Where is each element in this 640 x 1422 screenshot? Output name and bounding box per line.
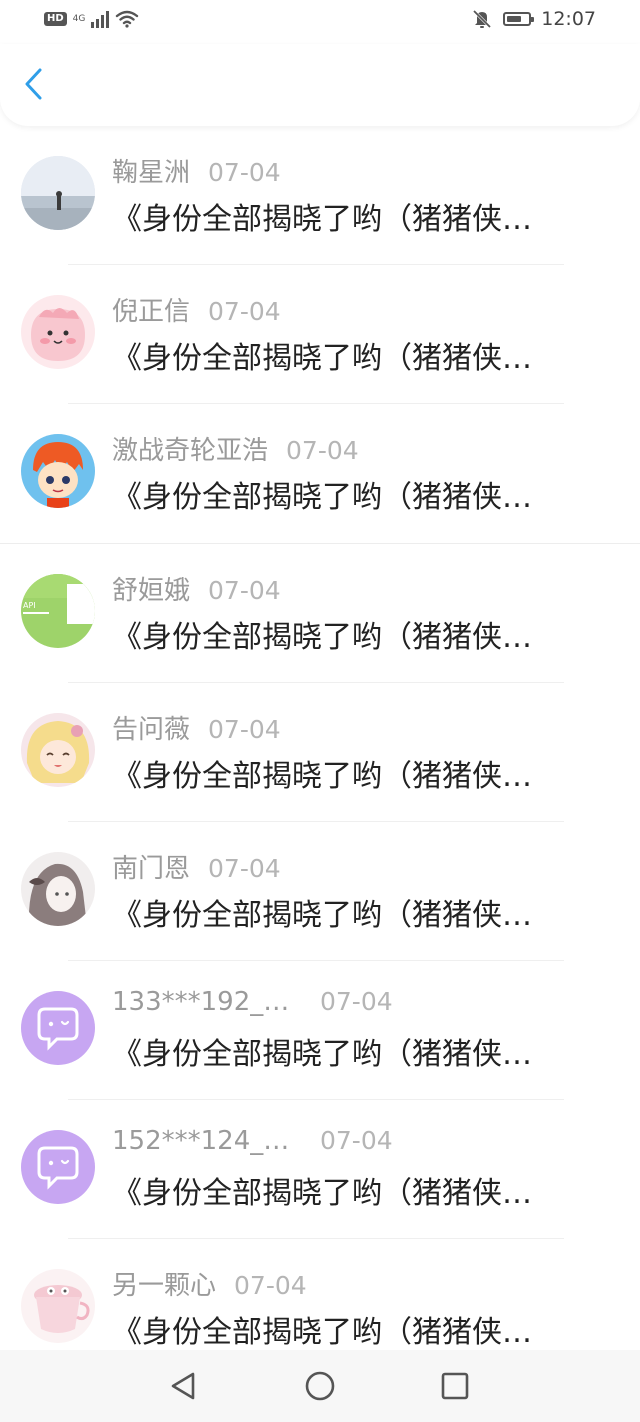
purple-chat-avatar [21,991,95,1065]
list-item[interactable]: 告问薇 07-04 《身份全部揭晓了哟（猪猪侠… [0,683,640,822]
message-preview: 《身份全部揭晓了哟（猪猪侠… [112,898,532,933]
avatar[interactable] [21,991,95,1065]
signal-icon [91,10,110,28]
home-circle-icon [305,1371,335,1401]
sender-name: 倪正信 [112,297,191,327]
message-date: 07-04 [234,1271,307,1300]
name-row: 鞠星洲 07-04 [112,152,281,189]
sketch-girl-avatar [21,852,95,926]
sender-name: 告问薇 [112,715,191,745]
name-row: 告问薇 07-04 [112,709,281,746]
message-date: 07-04 [208,576,281,605]
svg-text:API: API [23,601,36,610]
status-bar: HD 4G 12:07 [0,0,640,44]
avatar[interactable] [21,1269,95,1343]
recents-square-icon [441,1372,469,1400]
wifi-icon [116,10,139,28]
clock: 12:07 [541,8,596,30]
list-item[interactable]: 激战奇轮亚浩 07-04 《身份全部揭晓了哟（猪猪侠… [0,404,640,543]
hd-badge: HD [44,12,67,26]
list-item[interactable]: 152***124_… 07-04 《身份全部揭晓了哟（猪猪侠… [0,1100,640,1239]
message-preview: 《身份全部揭晓了哟（猪猪侠… [112,1176,532,1211]
list-item[interactable]: 倪正信 07-04 《身份全部揭晓了哟（猪猪侠… [0,265,640,404]
avatar[interactable] [21,852,95,926]
purple-chat-avatar [21,1130,95,1204]
name-row: 南门恩 07-04 [112,848,281,885]
message-preview: 《身份全部揭晓了哟（猪猪侠… [112,759,532,794]
message-date: 07-04 [208,715,281,744]
sender-name: 鞠星洲 [112,158,191,188]
name-row: 激战奇轮亚浩 07-04 [112,430,359,467]
nav-recents-button[interactable] [437,1368,473,1404]
message-date: 07-04 [208,158,281,187]
top-bar [0,44,640,126]
name-row: 133***192_… 07-04 [112,987,393,1017]
sender-name: 152***124_… [112,1126,290,1156]
message-preview: 《身份全部揭晓了哟（猪猪侠… [112,202,532,237]
avatar[interactable] [21,156,95,230]
battery-icon [503,12,535,26]
beach-photo-avatar [21,156,95,230]
anime-girl-avatar [21,713,95,787]
nav-back-button[interactable] [165,1368,201,1404]
message-preview: 《身份全部揭晓了哟（猪猪侠… [112,480,532,515]
pink-cartoon-avatar [21,295,95,369]
list-item[interactable]: 133***192_… 07-04 《身份全部揭晓了哟（猪猪侠… [0,961,640,1100]
nav-home-button[interactable] [302,1368,338,1404]
mute-bell-icon [473,9,492,29]
status-left: HD 4G [44,10,139,28]
name-row: 152***124_… 07-04 [112,1126,393,1156]
navigation-bar [0,1350,640,1422]
list-item[interactable]: API 舒姮娥 07-04 《身份全部揭晓了哟（猪猪侠… [0,543,640,683]
anime-boy-avatar [21,434,95,508]
message-date: 07-04 [208,854,281,883]
message-list: 鞠星洲 07-04 《身份全部揭晓了哟（猪猪侠… 倪正信 07-04 《身份全部… [0,126,640,1378]
message-date: 07-04 [208,297,281,326]
sender-name: 133***192_… [112,987,290,1017]
avatar[interactable] [21,434,95,508]
message-preview: 《身份全部揭晓了哟（猪猪侠… [112,341,532,376]
status-right: 12:07 [471,8,596,30]
avatar[interactable] [21,713,95,787]
message-preview: 《身份全部揭晓了哟（猪猪侠… [112,1037,532,1072]
chevron-left-icon [25,68,42,100]
sender-name: 南门恩 [112,854,191,884]
list-item[interactable]: 南门恩 07-04 《身份全部揭晓了哟（猪猪侠… [0,822,640,961]
name-row: 舒姮娥 07-04 [112,570,281,607]
network-type: 4G [72,13,86,24]
green-api-avatar: API [21,574,95,648]
back-triangle-icon [171,1372,195,1400]
message-preview: 《身份全部揭晓了哟（猪猪侠… [112,1315,532,1350]
name-row: 倪正信 07-04 [112,291,281,328]
message-date: 07-04 [320,987,393,1016]
pink-cup-avatar [21,1269,95,1343]
avatar[interactable] [21,1130,95,1204]
back-button[interactable] [14,64,54,104]
message-date: 07-04 [286,436,359,465]
message-date: 07-04 [320,1126,393,1155]
sender-name: 激战奇轮亚浩 [112,436,269,466]
sender-name: 舒姮娥 [112,576,191,606]
message-preview: 《身份全部揭晓了哟（猪猪侠… [112,620,532,655]
sender-name: 另一颗心 [112,1271,217,1301]
list-item[interactable]: 鞠星洲 07-04 《身份全部揭晓了哟（猪猪侠… [0,126,640,265]
avatar[interactable]: API [21,574,95,648]
name-row: 另一颗心 07-04 [112,1265,307,1302]
avatar[interactable] [21,295,95,369]
